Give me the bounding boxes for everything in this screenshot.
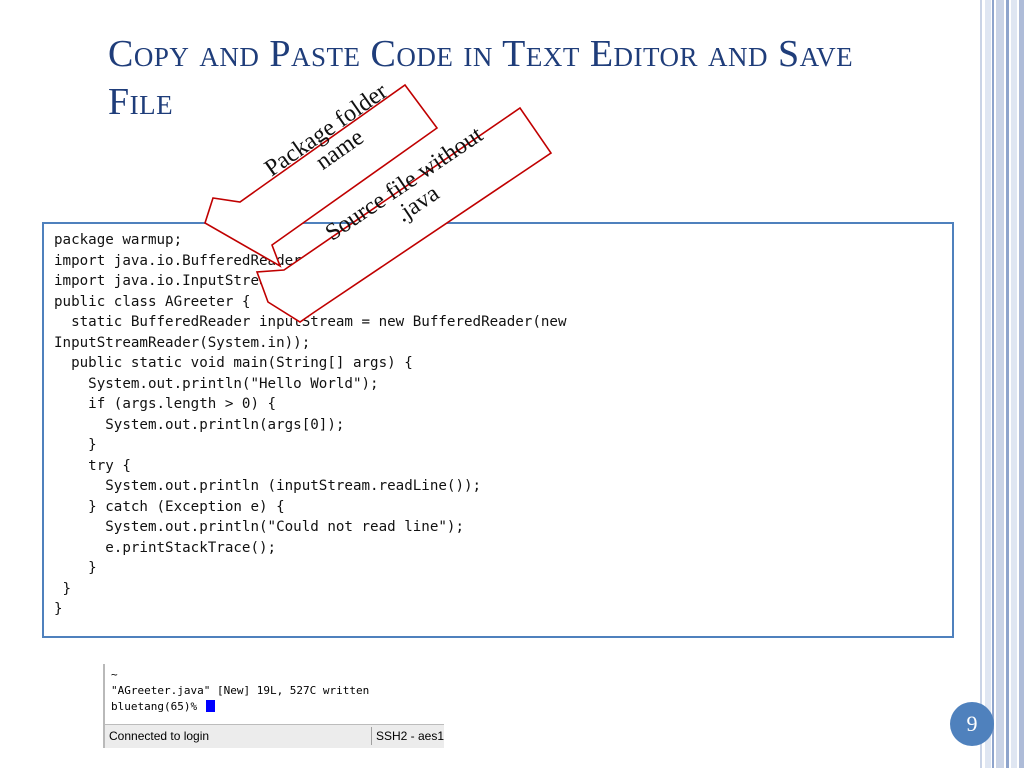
code-line: package warmup; xyxy=(54,232,183,248)
code-line: } xyxy=(54,437,97,453)
terminal-write-message: "AGreeter.java" [New] 19L, 527C written xyxy=(111,684,370,697)
code-line: } xyxy=(54,601,63,617)
terminal-cursor xyxy=(205,700,215,712)
code-line: System.out.println("Hello World"); xyxy=(54,375,379,392)
connection-status: Connected to login xyxy=(109,729,210,743)
code-line: import java.io.InputStreamReader; xyxy=(54,273,336,289)
code-line: static BufferedReader inputStream = new … xyxy=(54,314,567,330)
code-line: if (args.length > 0) { xyxy=(54,396,277,412)
code-line: System.out.println("Could not read line"… xyxy=(54,519,464,535)
code-line: public class AGreeter { xyxy=(54,293,251,310)
decorative-side-stripes xyxy=(980,0,1024,768)
code-line: InputStreamReader(System.in)); xyxy=(54,334,311,351)
code-panel: package warmup; import java.io.BufferedR… xyxy=(42,222,954,638)
terminal-tilde-line: ~ xyxy=(111,668,118,681)
code-line: System.out.println(args[0]); xyxy=(54,416,345,433)
terminal-prompt: bluetang(65)% xyxy=(111,700,204,713)
code-line: e.printStackTrace(); xyxy=(54,539,277,556)
code-line: } xyxy=(54,580,72,597)
code-line: public static void main(String[] args) { xyxy=(54,355,413,371)
code-line: import java.io.BufferedReader; xyxy=(54,252,311,269)
code-listing: package warmup; import java.io.BufferedR… xyxy=(54,230,567,620)
cipher-status: SSH2 - aes12 xyxy=(371,727,444,745)
code-line: } catch (Exception e) { xyxy=(54,498,285,515)
page-number-badge: 9 xyxy=(950,702,994,746)
terminal-prompt-line[interactable]: bluetang(65)% xyxy=(111,700,215,714)
slide-title: Copy and Paste Code in Text Editor and S… xyxy=(108,33,854,123)
terminal-screenshot: ~ "AGreeter.java" [New] 19L, 527C writte… xyxy=(103,664,444,748)
code-line: System.out.println (inputStream.readLine… xyxy=(54,478,482,494)
code-line: } xyxy=(54,560,97,576)
code-line: try { xyxy=(54,457,131,474)
terminal-status-bar: Connected to login SSH2 - aes12 xyxy=(105,724,444,748)
